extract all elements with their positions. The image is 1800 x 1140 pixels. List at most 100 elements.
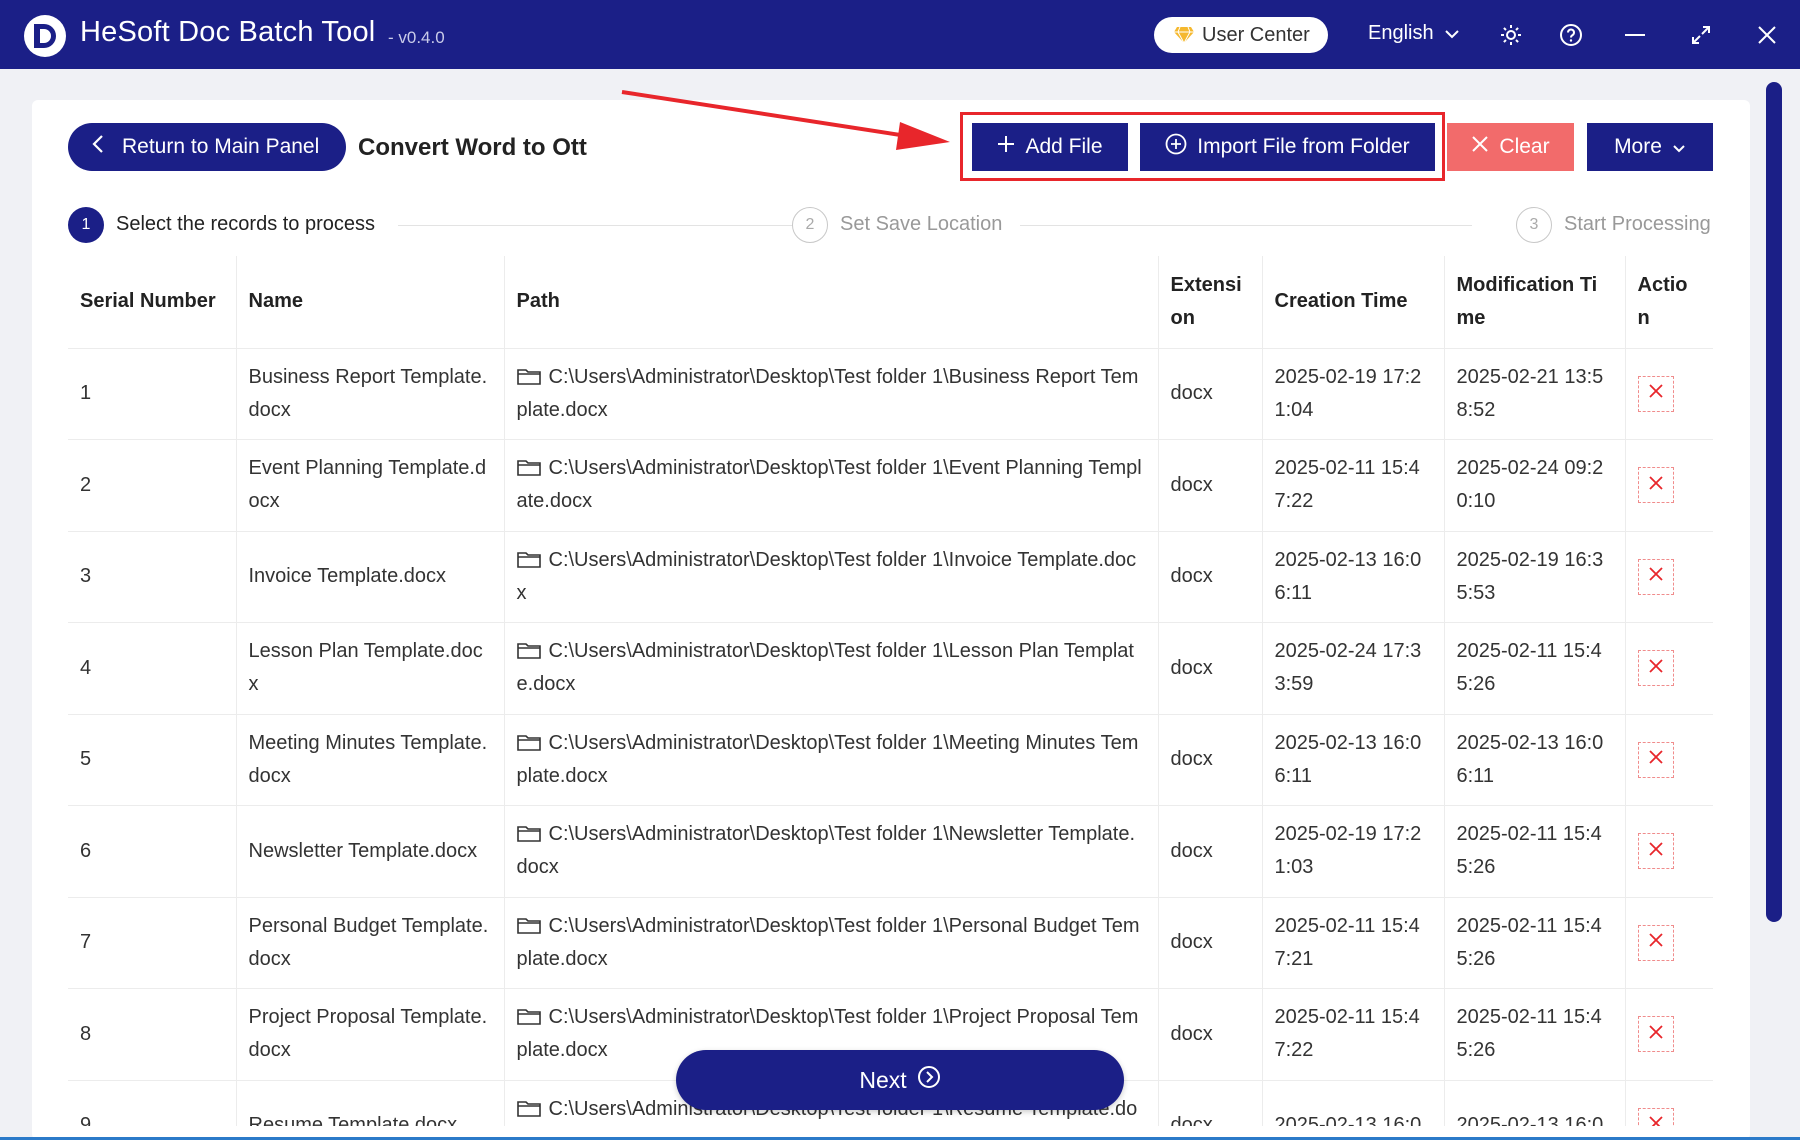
delete-row-button[interactable] <box>1637 558 1674 595</box>
chevron-down-icon <box>1444 22 1460 45</box>
delete-row-button[interactable] <box>1637 375 1674 412</box>
delete-x-icon <box>1648 1018 1664 1051</box>
cell-path: C:\Users\Administrator\Desktop\Test fold… <box>504 348 1159 440</box>
cell-action <box>1625 439 1713 532</box>
cell-modification-time: 2025-02-11 15:45:26 <box>1444 988 1626 1081</box>
cell-path: C:\Users\Administrator\Desktop\Test fold… <box>504 531 1159 623</box>
minimize-icon[interactable] <box>1620 20 1650 50</box>
cell-name: Project Proposal Template.docx <box>236 988 505 1081</box>
cell-creation-time: 2025-02-24 17:33:59 <box>1262 622 1445 715</box>
help-icon[interactable] <box>1556 20 1586 50</box>
cell-creation-time: 2025-02-11 15:47:22 <box>1262 439 1445 532</box>
header-creation-time[interactable]: Creation Time <box>1262 256 1445 349</box>
delete-x-icon <box>1648 560 1664 593</box>
cell-creation-time: 2025-02-13 16:06:11 <box>1262 531 1445 623</box>
header-modification-time[interactable]: Modification Ti me <box>1444 256 1626 349</box>
cell-name: Lesson Plan Template.docx <box>236 622 505 715</box>
close-icon[interactable] <box>1752 20 1782 50</box>
cell-path-text: C:\Users\Administrator\Desktop\Test fold… <box>516 365 1139 421</box>
return-to-main-panel-button[interactable]: Return to Main Panel <box>68 123 346 171</box>
cell-modification-time: 2025-02-19 16:35:53 <box>1444 531 1626 623</box>
delete-row-button[interactable] <box>1637 1107 1674 1126</box>
delete-x-icon <box>1648 743 1664 776</box>
user-center-button[interactable]: User Center <box>1154 17 1328 53</box>
plus-icon <box>997 135 1015 159</box>
delete-row-button[interactable] <box>1637 741 1674 778</box>
delete-row-button[interactable] <box>1637 467 1674 504</box>
cell-modification-time: 2025-02-11 15:45:26 <box>1444 622 1626 715</box>
table-row[interactable]: 3 Invoice Template.docx C:\Users\Administr… <box>68 531 1713 623</box>
cell-extension: docx <box>1158 988 1263 1081</box>
folder-icon[interactable] <box>516 912 541 934</box>
delete-x-icon <box>1648 377 1664 410</box>
delete-x-icon <box>1648 1109 1664 1126</box>
cell-action <box>1625 988 1713 1081</box>
header-path[interactable]: Path <box>504 256 1159 349</box>
table-header-row: Serial Number Name Path Extensi on Creat… <box>68 256 1713 349</box>
step-3-number: 3 <box>1516 207 1552 243</box>
cell-path-text: C:\Users\Administrator\Desktop\Test fold… <box>516 914 1140 970</box>
cell-extension: docx <box>1158 1080 1263 1126</box>
cell-modification-time: 2025-02-24 09:20:10 <box>1444 439 1626 532</box>
cell-serial: 3 <box>68 531 237 623</box>
folder-icon[interactable] <box>516 637 541 660</box>
cell-path: C:\Users\Administrator\Desktop\Test fold… <box>504 439 1159 532</box>
add-file-button[interactable]: Add File <box>972 123 1128 171</box>
next-button[interactable]: Next <box>676 1050 1124 1110</box>
folder-icon[interactable] <box>516 1095 541 1117</box>
clear-button[interactable]: Clear <box>1447 123 1574 171</box>
folder-icon[interactable] <box>516 363 541 385</box>
step-divider <box>398 225 798 226</box>
maximize-icon[interactable] <box>1686 20 1716 50</box>
cell-modification-time: 2025-02-11 15:45:26 <box>1444 897 1626 989</box>
folder-icon[interactable] <box>516 729 541 751</box>
folder-icon[interactable] <box>516 454 541 477</box>
title-bar: HeSoft Doc Batch Tool - v0.4.0 User Cent… <box>0 0 1800 69</box>
cell-name: Invoice Template.docx <box>236 531 505 623</box>
cell-path-text: C:\Users\Administrator\Desktop\Test fold… <box>516 731 1139 787</box>
cell-path: C:\Users\Administrator\Desktop\Test fold… <box>504 897 1159 989</box>
step-1-label: Select the records to process <box>116 213 376 235</box>
delete-x-icon <box>1648 835 1664 868</box>
table-row[interactable]: 2 Event Planning Template.docx C:\Users\Ad… <box>68 439 1713 532</box>
table-row[interactable]: 6 Newsletter Template.docx C:\Users\Admini… <box>68 805 1713 898</box>
table-row[interactable]: 5 Meeting Minutes Template.docx C:\Users\A… <box>68 714 1713 806</box>
language-selector[interactable]: English <box>1368 22 1460 45</box>
app-window: HeSoft Doc Batch Tool - v0.4.0 User Cent… <box>0 0 1800 1137</box>
table-row[interactable]: 7 Personal Budget Template.docx C:\Users\A… <box>68 897 1713 989</box>
folder-icon[interactable] <box>516 1003 541 1026</box>
cell-action <box>1625 897 1713 989</box>
return-label: Return to Main Panel <box>122 135 320 158</box>
delete-row-button[interactable] <box>1637 650 1674 687</box>
cell-path: C:\Users\Administrator\Desktop\Test fold… <box>504 714 1159 806</box>
cell-creation-time: 2025-02-13 16:06:11 <box>1262 714 1445 806</box>
gear-icon[interactable] <box>1496 20 1526 50</box>
cell-name: Newsletter Template.docx <box>236 805 505 898</box>
delete-row-button[interactable] <box>1637 833 1674 870</box>
delete-row-button[interactable] <box>1637 1016 1674 1053</box>
more-button[interactable]: More <box>1587 123 1713 171</box>
delete-row-button[interactable] <box>1637 924 1674 961</box>
step-2-number: 2 <box>792 207 828 243</box>
cell-action <box>1625 531 1713 623</box>
header-name[interactable]: Name <box>236 256 505 349</box>
cell-path-text: C:\Users\Administrator\Desktop\Test fold… <box>516 457 1142 513</box>
table-row[interactable]: 1 Business Report Template.docx C:\Users\A… <box>68 348 1713 440</box>
app-title: HeSoft Doc Batch Tool <box>80 16 376 48</box>
more-label: More <box>1614 135 1662 158</box>
cell-serial: 2 <box>68 439 237 532</box>
cell-path-text: C:\Users\Administrator\Desktop\Test fold… <box>516 640 1134 696</box>
cell-extension: docx <box>1158 439 1263 532</box>
header-action: Actio n <box>1625 256 1713 349</box>
cell-serial: 8 <box>68 988 237 1081</box>
cell-creation-time: 2025-02-11 15:47:21 <box>1262 897 1445 989</box>
cell-creation-time: 2025-02-19 17:21:04 <box>1262 348 1445 440</box>
table-row[interactable]: 4 Lesson Plan Template.docx C:\Users\Admin… <box>68 622 1713 715</box>
header-extension[interactable]: Extensi on <box>1158 256 1263 349</box>
folder-icon[interactable] <box>516 820 541 843</box>
cell-modification-time: 2025-02-13 16:0 <box>1444 1080 1626 1126</box>
folder-icon[interactable] <box>516 546 541 568</box>
import-folder-button[interactable]: Import File from Folder <box>1140 123 1435 171</box>
scrollbar-thumb[interactable] <box>1766 82 1782 922</box>
header-serial-number[interactable]: Serial Number <box>68 256 237 349</box>
